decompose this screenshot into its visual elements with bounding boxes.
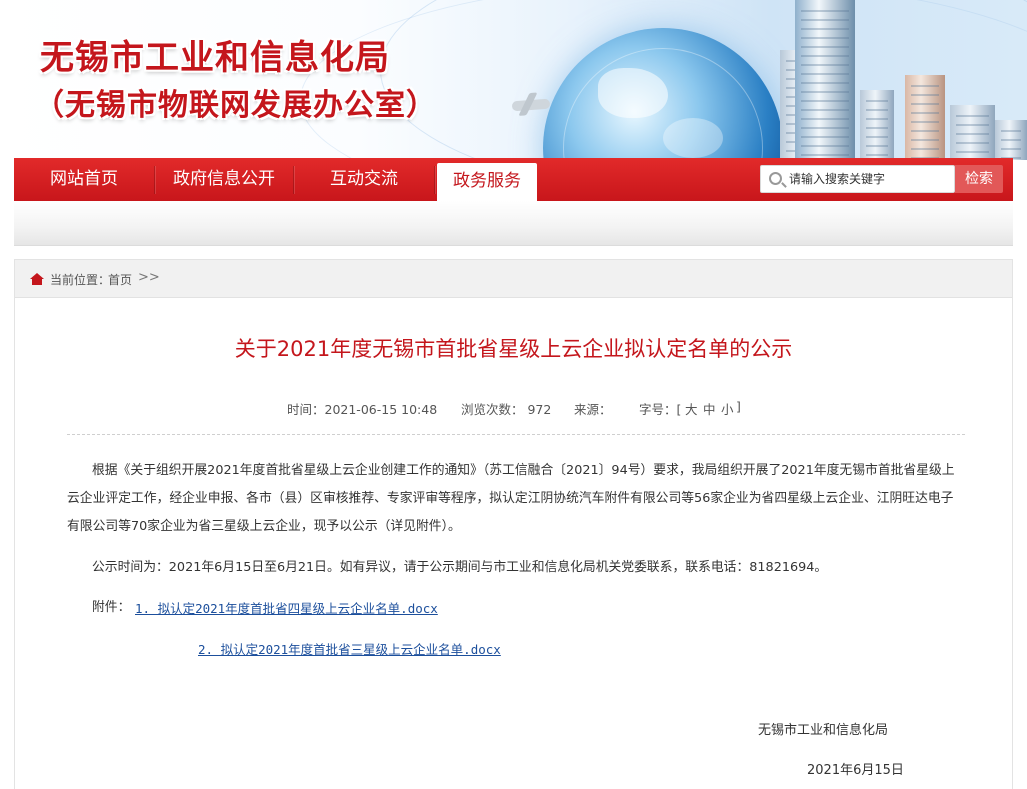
breadcrumb-home-link[interactable]: 首页	[108, 271, 132, 288]
attachments-label: 附件：	[92, 600, 131, 615]
breadcrumb-label: 当前位置：	[50, 273, 111, 287]
publish-date: 2021年6月15日	[807, 763, 904, 778]
article-paragraph: 公示时间为：2021年6月15日至6月21日。如有异议，请于公示期间与市工业和信…	[92, 560, 828, 575]
article-container: 当前位置： 首页 >> 关于2021年度无锡市首批省星级上云企业拟认定名单的公示…	[14, 259, 1013, 789]
divider	[67, 434, 965, 435]
attachment-link[interactable]: 2. 拟认定2021年度首批省三星级上云企业名单.docx	[198, 639, 501, 658]
breadcrumb-arrow: >>	[138, 270, 160, 285]
nav-item-services[interactable]: 政务服务	[437, 163, 537, 201]
font-size-large-button[interactable]: 大	[685, 399, 698, 418]
building-image	[860, 90, 894, 160]
article-source: 来源：	[574, 402, 612, 417]
article-paragraph: 根据《关于组织开展2021年度首批省星级上云企业创建工作的通知》（苏工信融合〔2…	[67, 463, 955, 534]
font-size-medium-button[interactable]: 中	[703, 399, 716, 418]
signature: 无锡市工业和信息化局	[758, 723, 889, 738]
building-image	[995, 120, 1027, 160]
nav-item-gov-info[interactable]: 政府信息公开	[155, 158, 293, 201]
search-box	[760, 165, 955, 193]
article-time: 时间：2021-06-15 10:48	[287, 402, 438, 417]
article-views: 浏览次数： 972	[461, 402, 552, 417]
main-nav: 网站首页 政府信息公开 互动交流 政务服务 检索	[14, 158, 1013, 201]
building-image	[950, 105, 995, 160]
building-image	[905, 75, 945, 160]
home-icon	[30, 273, 44, 285]
search-icon	[769, 172, 782, 185]
header-banner: 无锡市工业和信息化局 （无锡市物联网发展办公室）	[0, 0, 1027, 160]
building-image	[795, 0, 855, 160]
font-size-small-button[interactable]: 小	[721, 399, 734, 418]
search-input[interactable]	[789, 168, 949, 190]
nav-item-home[interactable]: 网站首页	[14, 158, 154, 201]
site-title: 无锡市工业和信息化局	[40, 38, 390, 78]
breadcrumb: 当前位置： 首页 >>	[15, 260, 1012, 298]
article-title: 关于2021年度无锡市首批省星级上云企业拟认定名单的公示	[234, 337, 793, 361]
nav-item-interaction[interactable]: 互动交流	[294, 158, 434, 201]
sub-nav-bar	[14, 201, 1013, 246]
font-size-label: 字号：[	[639, 402, 682, 417]
attachment-link[interactable]: 1. 拟认定2021年度首批省四星级上云企业名单.docx	[135, 598, 438, 617]
font-size-bracket: ]	[736, 399, 741, 414]
site-subtitle: （无锡市物联网发展办公室）	[34, 88, 437, 123]
nav-divider	[434, 166, 435, 194]
search-button[interactable]: 检索	[955, 165, 1003, 193]
